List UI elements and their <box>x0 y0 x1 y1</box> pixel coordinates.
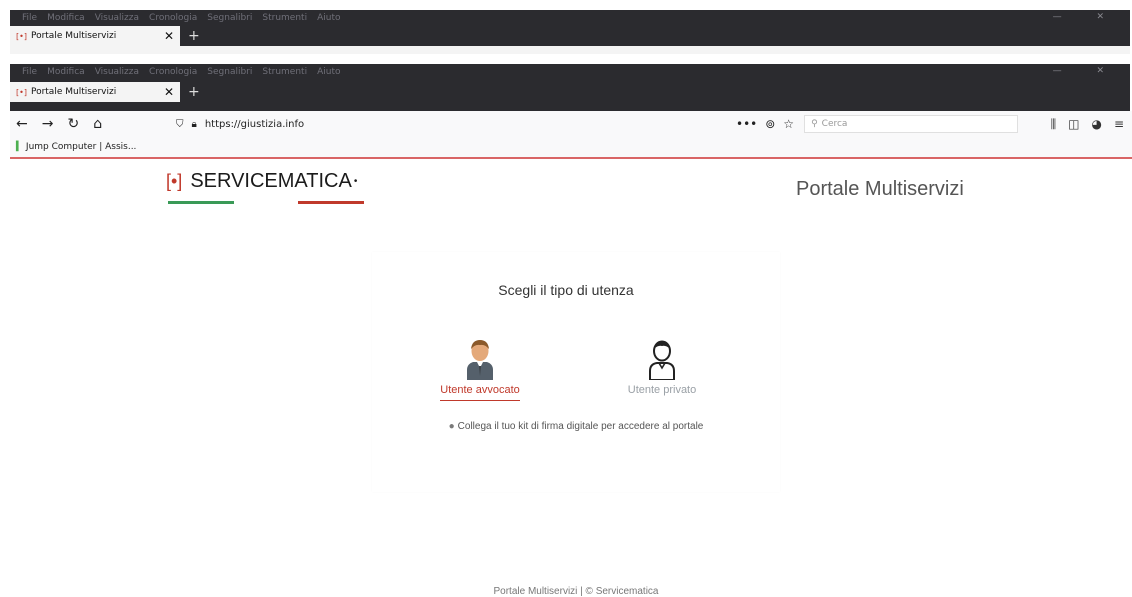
favicon-icon: [•] <box>16 87 27 97</box>
tab-portale[interactable]: [•] Portale Multiservizi ✕ <box>10 82 180 102</box>
menu-aiuto[interactable]: Aiuto <box>317 67 340 77</box>
logo-mark-icon: [•] <box>166 171 183 191</box>
window-controls-back[interactable]: — ✕ <box>1053 12 1120 22</box>
search-input[interactable]: ⚲ Cerca <box>804 115 1019 133</box>
shield-icon[interactable]: ⛉ <box>176 119 184 130</box>
menu-bar-back: File Modifica Visualizza Cronologia Segn… <box>10 10 1130 26</box>
lock-icon[interactable]: 🔒︎ <box>192 119 197 130</box>
browser-titlebar: File Modifica Visualizza Cronologia Segn… <box>10 64 1130 111</box>
tab-portale-back[interactable]: [•] Portale Multiservizi ✕ <box>10 26 180 46</box>
menu-bar: File Modifica Visualizza Cronologia Segn… <box>10 64 1130 80</box>
private-user-label[interactable]: Utente privato <box>628 384 696 400</box>
close-icon[interactable]: ✕ <box>164 29 174 43</box>
menu-cronologia-back[interactable]: Cronologia <box>149 13 197 23</box>
menu-strumenti[interactable]: Strumenti <box>262 67 307 77</box>
browser-titlebar-back: File Modifica Visualizza Cronologia Segn… <box>10 10 1130 54</box>
menu-visualizza-back[interactable]: Visualizza <box>95 13 139 23</box>
reload-icon[interactable]: ↻ <box>67 116 79 132</box>
tab-title: Portale Multiservizi <box>30 31 117 41</box>
url-bar[interactable]: ⛉ 🔒︎ https://giustizia.info <box>176 119 736 130</box>
extension-icon[interactable]: ◕ <box>1091 117 1101 132</box>
user-type-prompt: Scegli il tipo di utenza <box>498 282 634 298</box>
hint-text: Collega il tuo kit di firma digitale per… <box>457 421 704 432</box>
close-icon[interactable]: ✕ <box>164 85 174 99</box>
search-placeholder: Cerca <box>821 119 848 129</box>
private-user-avatar-icon <box>602 334 722 380</box>
info-icon: ● <box>448 421 455 432</box>
bookmark-jump-computer[interactable]: Jump Computer | Assis... <box>26 142 137 152</box>
portal-title: Portale Multiservizi <box>796 178 964 200</box>
logo-underline-red <box>298 201 364 204</box>
lawyer-user-option[interactable]: Utente avvocato <box>420 334 540 401</box>
forward-arrow-icon[interactable]: → <box>42 116 54 132</box>
page-footer: Portale Multiservizi | © Servicematica <box>493 586 659 597</box>
lawyer-avatar-icon <box>420 334 540 380</box>
logo-text: SERVICEMATICA <box>190 170 352 192</box>
tab-title: Portale Multiservizi <box>30 87 117 97</box>
menu-file[interactable]: File <box>22 67 37 77</box>
menu-cronologia[interactable]: Cronologia <box>149 67 197 77</box>
header-divider <box>10 157 1132 159</box>
logo-dot: • <box>353 176 358 187</box>
private-user-option[interactable]: Utente privato <box>602 334 722 400</box>
menu-modifica-back[interactable]: Modifica <box>47 13 85 23</box>
pocket-icon[interactable]: ⊚ <box>765 117 775 131</box>
search-icon: ⚲ <box>811 119 818 129</box>
menu-visualizza[interactable]: Visualizza <box>95 67 139 77</box>
favicon-icon: [•] <box>16 31 27 41</box>
sidebar-icon[interactable]: ◫ <box>1068 117 1079 132</box>
back-arrow-icon[interactable]: ← <box>16 116 28 132</box>
menu-segnalibri-back[interactable]: Segnalibri <box>207 13 252 23</box>
digital-signature-hint: ● Collega il tuo kit di firma digitale pe… <box>0 421 1132 432</box>
page-actions-icon[interactable]: ••• <box>736 117 757 131</box>
menu-strumenti-back[interactable]: Strumenti <box>262 13 307 23</box>
new-tab-button[interactable]: + <box>188 84 200 100</box>
menu-file-back[interactable]: File <box>22 13 37 23</box>
bookmarks-toolbar: ▍ Jump Computer | Assis... <box>10 137 1132 157</box>
menu-segnalibri[interactable]: Segnalibri <box>207 67 252 77</box>
lawyer-user-label[interactable]: Utente avvocato <box>440 384 520 401</box>
servicematica-logo[interactable]: [•] SERVICEMATICA • <box>166 170 357 193</box>
menu-aiuto-back[interactable]: Aiuto <box>317 13 340 23</box>
library-icon[interactable]: ⫼ <box>1051 117 1057 132</box>
logo-underline-green <box>168 201 234 204</box>
url-text[interactable]: https://giustizia.info <box>205 119 304 130</box>
menu-modifica[interactable]: Modifica <box>47 67 85 77</box>
window-controls[interactable]: — ✕ <box>1053 66 1120 76</box>
navigation-toolbar: ← → ↻ ⌂ ⛉ 🔒︎ https://giustizia.info ••• … <box>10 111 1132 137</box>
menu-icon[interactable]: ≡ <box>1114 117 1124 132</box>
new-tab-button[interactable]: + <box>188 28 200 44</box>
bookmark-star-icon[interactable]: ☆ <box>783 117 794 131</box>
bookmark-favicon-icon: ▍ <box>16 142 23 152</box>
home-icon[interactable]: ⌂ <box>93 116 102 132</box>
